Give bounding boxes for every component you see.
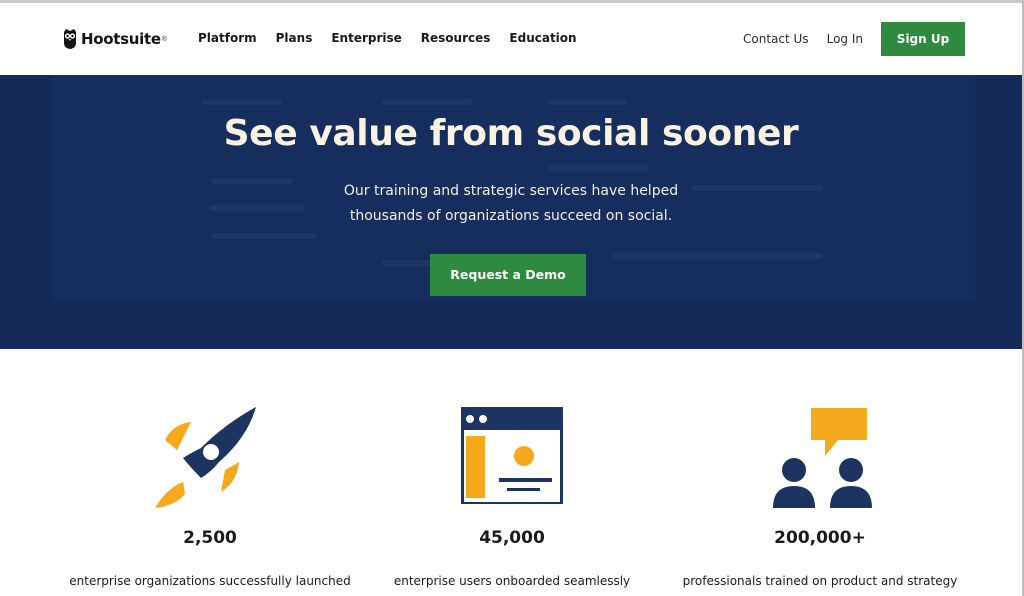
stat-organizations: 2,500 enterprise organizations successfu…	[60, 400, 360, 588]
nav-item-plans[interactable]: Plans	[276, 31, 313, 45]
hero-section: See value from social sooner Our trainin…	[0, 75, 1022, 349]
stat-value: 45,000	[479, 528, 545, 548]
stat-description: professionals trained on product and str…	[682, 574, 958, 588]
stat-value: 2,500	[183, 528, 237, 548]
brand-name: Hootsuite	[81, 30, 161, 48]
hero-subtitle: Our training and strategic services have…	[0, 179, 1022, 229]
header-actions: Contact Us Log In Sign Up	[743, 22, 965, 56]
site-header: Hootsuite ® Platform Plans Enterprise Res…	[0, 3, 1022, 75]
nav-item-enterprise[interactable]: Enterprise	[331, 31, 401, 45]
stat-description: enterprise users onboarded seamlessly	[393, 574, 631, 588]
sign-up-button[interactable]: Sign Up	[881, 22, 965, 56]
nav-item-education[interactable]: Education	[509, 31, 576, 45]
hero-subtitle-line-2: thousands of organizations succeed on so…	[349, 208, 673, 224]
request-demo-button[interactable]: Request a Demo	[430, 254, 586, 296]
nav-item-platform[interactable]: Platform	[198, 31, 257, 45]
main-nav: Platform Plans Enterprise Resources Educ…	[198, 31, 596, 45]
hero-title: See value from social sooner	[223, 113, 799, 154]
browser-window-icon	[461, 407, 563, 504]
rocket-icon	[155, 407, 256, 508]
nav-item-resources[interactable]: Resources	[421, 31, 491, 45]
log-in-link[interactable]: Log In	[827, 32, 863, 46]
stat-users: 45,000 enterprise users onboarded seamle…	[362, 400, 662, 588]
stat-description: enterprise organizations successfully la…	[69, 574, 351, 588]
contact-us-link[interactable]: Contact Us	[743, 32, 809, 46]
people-chat-icon	[773, 408, 872, 508]
hero-subtitle-line-1: Our training and strategic services have…	[343, 183, 679, 199]
brand-logo[interactable]: Hootsuite ®	[62, 28, 167, 50]
brand-trademark: ®	[161, 35, 167, 43]
owl-logo-icon	[64, 29, 76, 49]
stat-value: 200,000+	[774, 528, 866, 548]
stat-professionals: 200,000+ professionals trained on produc…	[670, 400, 970, 588]
